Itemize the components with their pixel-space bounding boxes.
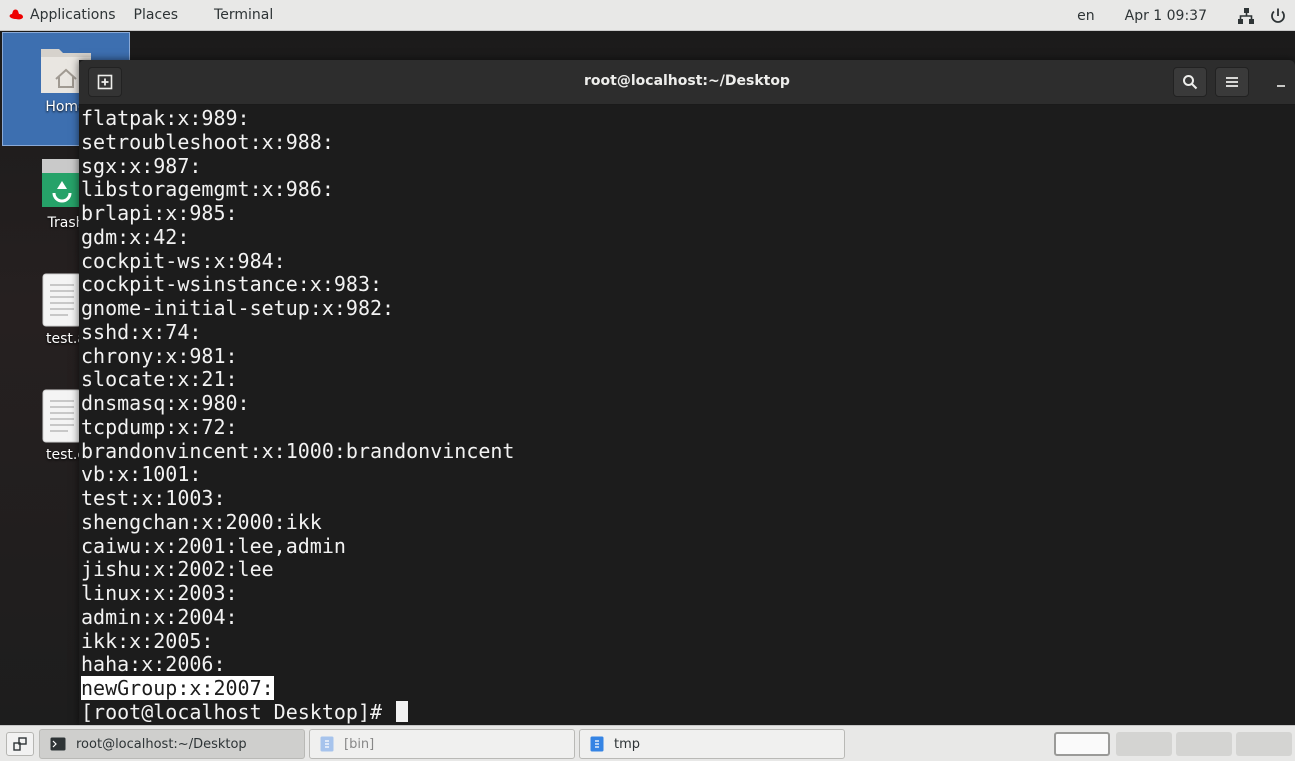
terminal-prompt-line[interactable]: [root@localhost Desktop]# [81, 700, 409, 724]
terminal-header-bar[interactable]: root@localhost:~/Desktop [79, 60, 1295, 105]
workspace-3[interactable] [1176, 732, 1232, 756]
file-manager-icon [590, 736, 604, 752]
terminal-line: haha:x:2006: [81, 652, 226, 676]
workspace-1[interactable] [1054, 732, 1110, 756]
selected-terminal-line: newGroup:x:2007: [81, 676, 274, 700]
taskbar-item-label: root@localhost:~/Desktop [76, 736, 247, 752]
clock[interactable]: Apr 1 09:37 [1125, 8, 1207, 24]
network-icon[interactable] [1237, 7, 1255, 25]
terminal-line: linux:x:2003: [81, 581, 238, 605]
terminal-line: admin:x:2004: [81, 605, 238, 629]
applications-menu[interactable]: Applications [30, 7, 116, 23]
terminal-line: cockpit-ws:x:984: [81, 249, 286, 273]
text-cursor [396, 701, 409, 722]
minimize-button[interactable] [1271, 67, 1291, 97]
places-menu[interactable]: Places [134, 7, 179, 23]
show-desktop-button[interactable] [6, 732, 34, 756]
terminal-line: ikk:x:2005: [81, 629, 214, 653]
terminal-line: libstoragemgmt:x:986: [81, 177, 334, 201]
terminal-line: shengchan:x:2000:ikk [81, 510, 322, 534]
terminal-line: flatpak:x:989: [81, 106, 250, 130]
text-file-icon [42, 273, 82, 327]
bottom-taskbar: root@localhost:~/Desktop [bin] tmp [0, 725, 1295, 761]
top-bar: Applications Places Terminal en Apr 1 09… [0, 0, 1295, 31]
power-icon[interactable] [1269, 7, 1287, 25]
terminal-title: root@localhost:~/Desktop [584, 73, 790, 89]
shell-prompt: [root@localhost Desktop]# [81, 700, 395, 724]
text-file-icon [42, 389, 82, 443]
terminal-window[interactable]: root@localhost:~/Desktop flatpak:x:989: … [79, 60, 1295, 725]
taskbar-item-bin[interactable]: [bin] [309, 729, 575, 759]
redhat-icon[interactable] [8, 8, 24, 22]
show-desktop-icon [13, 737, 27, 751]
file-manager-icon [320, 736, 334, 752]
taskbar-item-tmp[interactable]: tmp [579, 729, 845, 759]
terminal-line: sgx:x:987: [81, 154, 202, 178]
terminal-line: slocate:x:21: [81, 367, 238, 391]
terminal-line: gnome-initial-setup:x:982: [81, 296, 395, 320]
taskbar-item-terminal[interactable]: root@localhost:~/Desktop [39, 729, 305, 759]
terminal-app-menu[interactable]: Terminal [214, 7, 273, 23]
search-button[interactable] [1173, 67, 1207, 97]
language-indicator[interactable]: en [1077, 8, 1095, 24]
terminal-line: setroubleshoot:x:988: [81, 130, 334, 154]
terminal-line: sshd:x:74: [81, 320, 202, 344]
terminal-line: gdm:x:42: [81, 225, 190, 249]
terminal-line: brlapi:x:985: [81, 201, 238, 225]
terminal-line: tcpdump:x:72: [81, 415, 238, 439]
search-icon [1183, 75, 1198, 90]
taskbar-item-label: [bin] [344, 736, 375, 752]
terminal-line: brandonvincent:x:1000:brandonvincent [81, 439, 515, 463]
minimize-icon [1277, 85, 1285, 87]
terminal-line: dnsmasq:x:980: [81, 391, 250, 415]
terminal-line: test:x:1003: [81, 486, 226, 510]
hamburger-icon [1226, 77, 1238, 87]
terminal-line: chrony:x:981: [81, 344, 238, 368]
workspace-4[interactable] [1236, 732, 1292, 756]
terminal-output[interactable]: flatpak:x:989: setroubleshoot:x:988: sgx… [79, 105, 1295, 725]
terminal-line: jishu:x:2002:lee [81, 557, 274, 581]
terminal-icon [50, 737, 66, 751]
terminal-line: cockpit-wsinstance:x:983: [81, 272, 383, 296]
workspace-2[interactable] [1116, 732, 1172, 756]
taskbar-item-label: tmp [614, 736, 641, 752]
terminal-line: caiwu:x:2001:lee,admin [81, 534, 346, 558]
hamburger-menu-button[interactable] [1215, 67, 1249, 97]
terminal-line: vb:x:1001: [81, 462, 202, 486]
trash-icon [42, 159, 82, 207]
